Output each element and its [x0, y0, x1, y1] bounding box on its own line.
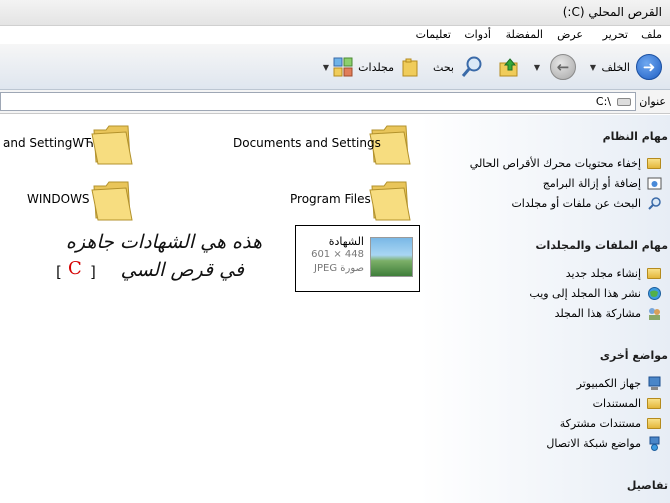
task-publish-web[interactable]: نشر هذا المجلد إلى ويب: [529, 285, 662, 301]
menu-file[interactable]: ملف: [641, 28, 662, 41]
file-name: الشهادة: [328, 235, 364, 248]
folders-icon: [402, 58, 418, 77]
folders-button[interactable]: مجلدات: [358, 53, 422, 81]
image-thumbnail: [370, 237, 413, 277]
file-tile-certificate[interactable]: الشهادة 601 × 448 JPEG صورة: [295, 225, 420, 292]
folder-label: Program Files: [290, 192, 371, 206]
place-shared-documents[interactable]: مستندات مشتركة: [560, 415, 662, 431]
task-hide-drive-contents[interactable]: إخفاء محتويات محرك الأقراص الحالي: [470, 155, 662, 171]
annotation-line-2: في قرص السي: [120, 259, 244, 281]
place-network-places[interactable]: مواضع شبكة الاتصال: [546, 435, 662, 451]
annotation-line-1: هذه هي الشهادات جاهزه: [65, 231, 262, 253]
search-label: بحث: [433, 60, 454, 74]
search-button[interactable]: بحث: [433, 53, 484, 81]
forward-dropdown[interactable]: ▼: [534, 53, 540, 81]
task-label: المستندات: [592, 396, 641, 410]
window-title: القرص المحلي (C:): [562, 5, 662, 19]
back-dropdown[interactable]: ▼: [590, 53, 596, 81]
drive-icon: [617, 98, 631, 106]
task-label: البحث عن ملفات أو مجلدات: [511, 196, 641, 210]
task-label: نشر هذا المجلد إلى ويب: [529, 286, 641, 300]
task-pane: مهام النظام إخفاء محتويات محرك الأقراص ا…: [420, 115, 670, 503]
back-label: الخلف: [601, 60, 630, 74]
title-bar: القرص المحلي (C:): [0, 0, 670, 26]
dropdown-arrow-icon: ▼: [322, 62, 329, 72]
folder-icon: [91, 125, 133, 165]
details-title[interactable]: تفاصيل: [627, 479, 668, 492]
shared-folder-icon: [646, 415, 662, 431]
task-label: جهاز الكمبيوتر: [576, 376, 641, 390]
folder-label: and SettingWЋ: [3, 136, 94, 150]
task-label: إنشاء مجلد جديد: [565, 266, 641, 280]
menu-help[interactable]: تعليمات: [416, 28, 451, 41]
task-new-folder[interactable]: إنشاء مجلد جديد: [566, 265, 662, 281]
address-input[interactable]: C:\: [0, 92, 636, 111]
menu-edit[interactable]: تحرير: [603, 28, 628, 41]
task-label: إخفاء محتويات محرك الأقراص الحالي: [469, 156, 641, 170]
file-type: JPEG صورة: [314, 263, 364, 274]
forward-arrow-icon: ←: [550, 54, 576, 80]
other-places-title[interactable]: مواضع أخرى: [600, 349, 668, 362]
place-my-computer[interactable]: جهاز الكمبيوتر: [577, 375, 662, 391]
new-folder-icon: [646, 265, 662, 281]
task-search-files[interactable]: البحث عن ملفات أو مجلدات: [511, 195, 662, 211]
annotation-drive-letter: C: [68, 258, 82, 279]
toolbar: ➜ الخلف ▼ ← ▼ بحث مجلدات ▼: [0, 44, 670, 90]
computer-icon: [646, 375, 662, 391]
menu-tools[interactable]: أدوات: [464, 28, 491, 41]
folder-label: WINDOWS: [27, 192, 90, 206]
task-label: مستندات مشتركة: [559, 416, 641, 430]
documents-folder-icon: [646, 395, 662, 411]
folder-label: Documents and Settings: [233, 136, 381, 150]
back-button[interactable]: ➜ الخلف: [601, 53, 662, 81]
annotation-bracket-open: [: [56, 263, 62, 281]
dropdown-arrow-icon: ▼: [589, 62, 596, 72]
views-button[interactable]: ▼: [323, 53, 354, 81]
system-tasks-title[interactable]: مهام النظام: [603, 130, 668, 143]
folder-icon: [369, 181, 411, 221]
folder-icon: [646, 155, 662, 171]
file-tasks-title[interactable]: مهام الملفات والمجلدات: [536, 239, 669, 252]
folders-label: مجلدات: [358, 60, 394, 74]
up-folder-icon: [499, 58, 518, 77]
menu-view[interactable]: عرض: [557, 28, 583, 41]
address-bar: عنوان C:\: [0, 90, 670, 114]
task-label: مشاركة هذا المجلد: [554, 306, 641, 320]
task-add-remove-programs[interactable]: إضافة أو إزالة البرامج: [543, 175, 662, 191]
globe-icon: [646, 285, 662, 301]
programs-icon: [646, 175, 662, 191]
search-icon: [646, 195, 662, 211]
up-folder-button[interactable]: [498, 53, 520, 81]
annotation-bracket-close: ]: [90, 263, 96, 281]
address-label: عنوان: [639, 95, 666, 108]
menu-bar: ملف تحرير عرض المفضلة أدوات تعليمات: [0, 26, 670, 44]
views-icon: [333, 57, 353, 77]
address-value: C:\: [595, 95, 611, 108]
task-label: مواضع شبكة الاتصال: [546, 436, 641, 450]
back-arrow-icon: ➜: [636, 54, 662, 80]
place-my-documents[interactable]: المستندات: [593, 395, 662, 411]
search-icon: [461, 56, 482, 77]
menu-favorites[interactable]: المفضلة: [506, 28, 543, 41]
network-icon: [646, 435, 662, 451]
share-icon: [646, 305, 662, 321]
task-label: إضافة أو إزالة البرامج: [542, 176, 641, 190]
dropdown-arrow-icon: ▼: [533, 62, 540, 72]
forward-button[interactable]: ←: [550, 53, 576, 81]
task-share-folder[interactable]: مشاركة هذا المجلد: [555, 305, 662, 321]
folder-icon: [91, 181, 133, 221]
file-dimensions: 601 × 448: [311, 249, 364, 260]
